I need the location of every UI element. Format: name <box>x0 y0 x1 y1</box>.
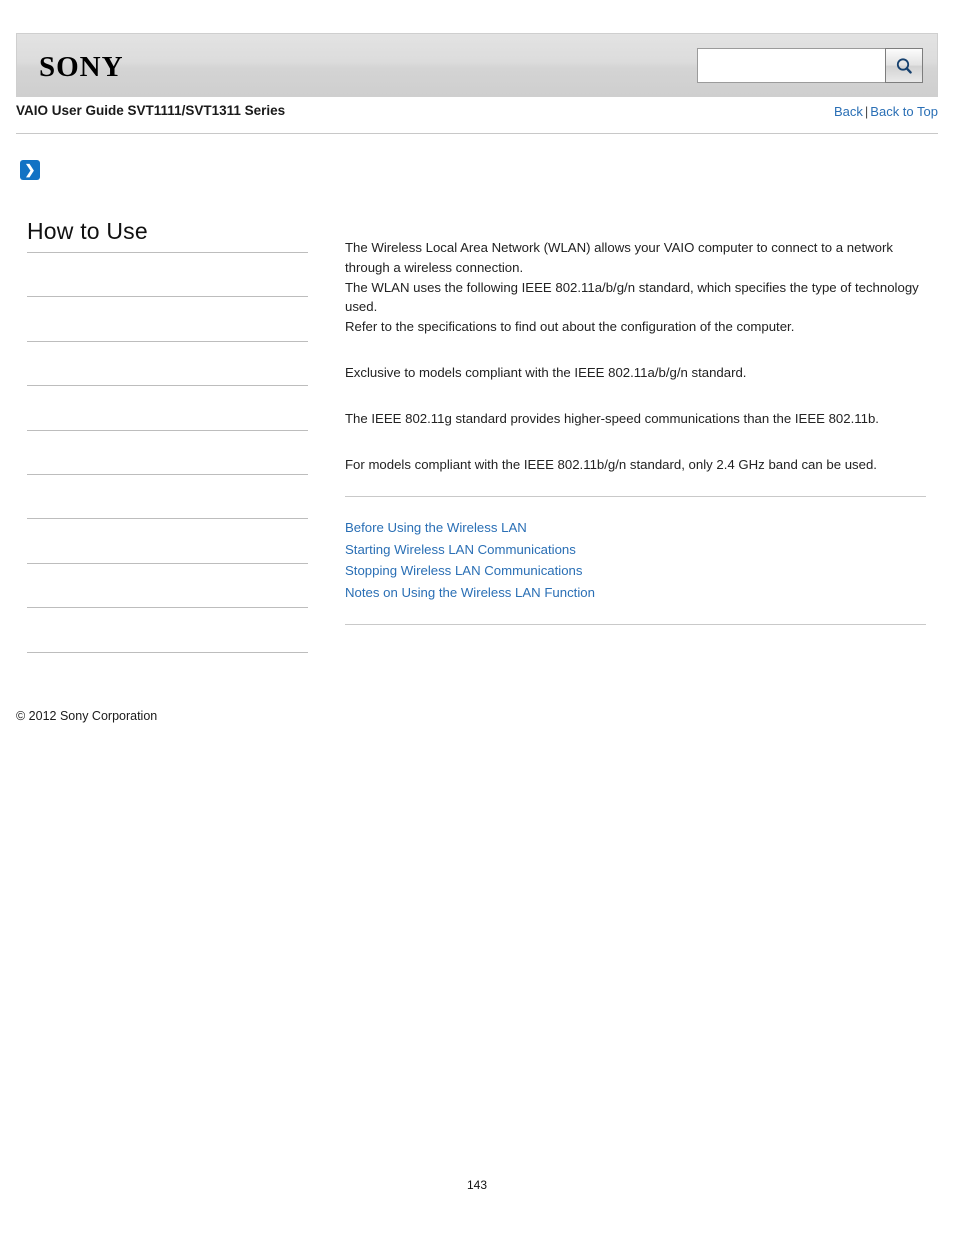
sony-logo: SONY <box>39 51 124 83</box>
related-link-before-using[interactable]: Before Using the Wireless LAN <box>345 517 926 538</box>
sidebar-item-5[interactable] <box>27 431 308 475</box>
related-topics-list: Before Using the Wireless LAN Starting W… <box>345 517 926 603</box>
sidebar-item-1[interactable] <box>27 253 308 298</box>
document-titlebar: VAIO User Guide SVT1111/SVT1311 Series B… <box>16 103 938 127</box>
search-icon <box>894 56 914 76</box>
back-to-top-link[interactable]: Back to Top <box>870 104 938 119</box>
related-link-stopping[interactable]: Stopping Wireless LAN Communications <box>345 560 926 581</box>
chevron-right-icon[interactable]: ❯ <box>20 160 40 180</box>
sidebar-item-8[interactable] <box>27 564 308 609</box>
note-paragraph-2: The IEEE 802.11g standard provides highe… <box>345 410 879 426</box>
related-link-notes[interactable]: Notes on Using the Wireless LAN Function <box>345 582 926 603</box>
back-link[interactable]: Back <box>834 104 863 119</box>
note-paragraph-1: Exclusive to models compliant with the I… <box>345 364 747 380</box>
search-input[interactable] <box>697 48 885 83</box>
sidebar-item-3[interactable] <box>27 342 308 387</box>
main-content: The Wireless Local Area Network (WLAN) a… <box>345 238 926 625</box>
sidebar: How to Use <box>27 218 308 653</box>
sidebar-heading: How to Use <box>27 218 148 244</box>
related-topics-divider <box>345 496 926 498</box>
sidebar-item-4[interactable] <box>27 386 308 431</box>
content-bottom-divider <box>345 623 926 625</box>
search-area <box>697 48 923 83</box>
page-number: 143 <box>466 1178 488 1192</box>
copyright-text: © 2012 Sony Corporation <box>16 709 158 723</box>
header-nav: Back | Back to Top <box>834 104 938 119</box>
note-paragraph-3: For models compliant with the IEEE 802.1… <box>345 456 877 472</box>
page-title: VAIO User Guide SVT1111/SVT1311 Series <box>16 103 286 118</box>
header-divider <box>16 133 938 134</box>
sidebar-item-9[interactable] <box>27 608 308 653</box>
intro-paragraph: The Wireless Local Area Network (WLAN) a… <box>345 240 919 335</box>
sidebar-item-7[interactable] <box>27 519 308 564</box>
breadcrumb: ❯ <box>20 160 420 186</box>
related-link-starting[interactable]: Starting Wireless LAN Communications <box>345 539 926 560</box>
sidebar-item-2[interactable] <box>27 297 308 342</box>
site-header: SONY <box>16 33 938 97</box>
search-button[interactable] <box>885 48 923 83</box>
sidebar-item-6[interactable] <box>27 475 308 520</box>
